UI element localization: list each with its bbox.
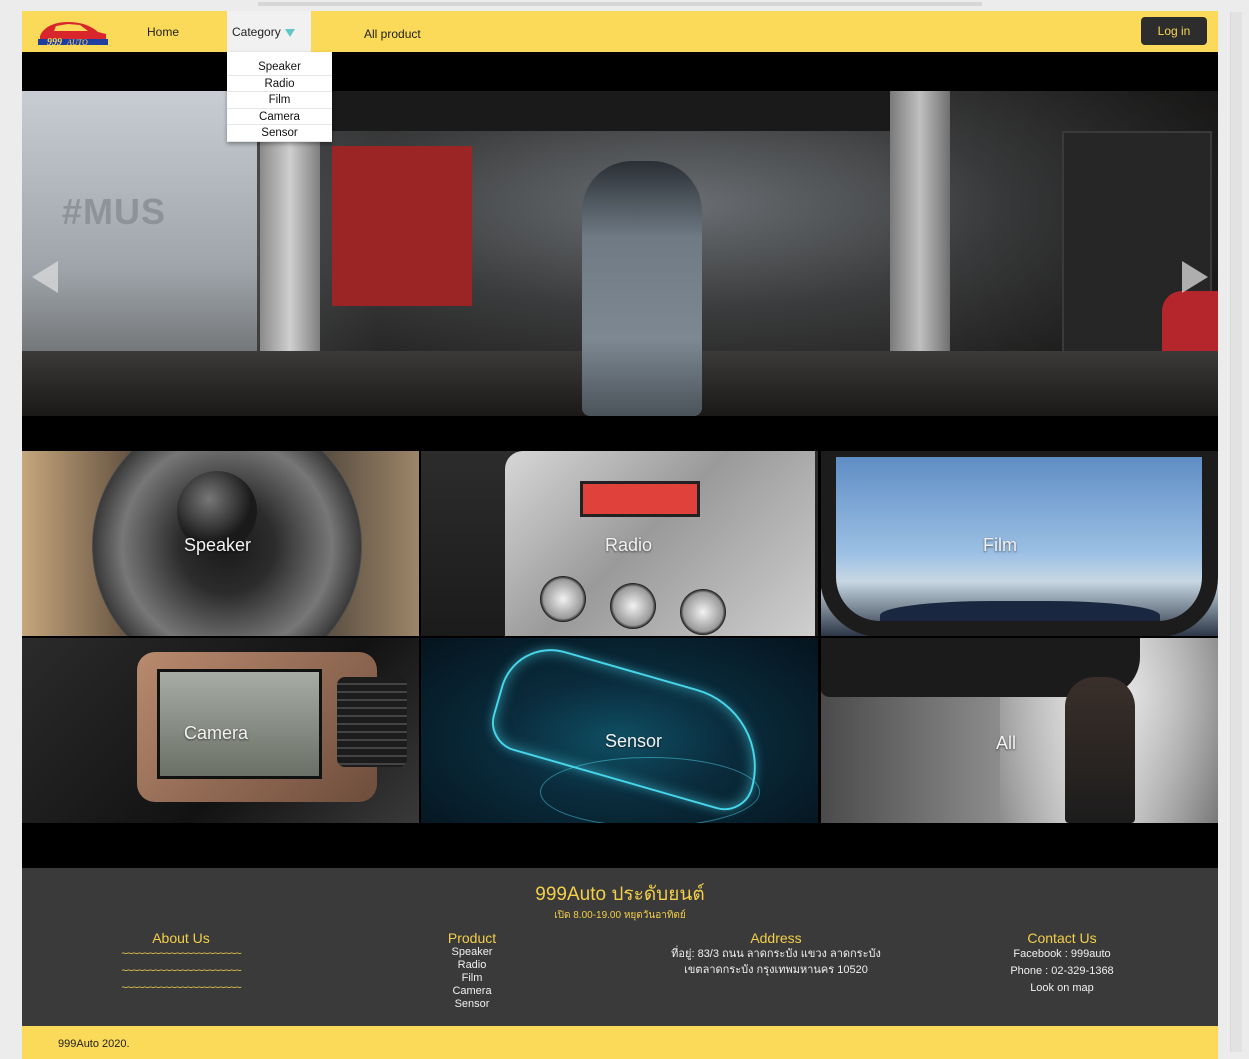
page-scrollbar[interactable]: [1230, 12, 1242, 1052]
tile-label: Speaker: [184, 535, 252, 555]
footer-address: Address ที่อยู่: 83/3 ถนน ลาดกระบัง แขวง…: [642, 930, 910, 978]
radio-knob-image: [680, 589, 726, 635]
tile-label: Radio: [605, 535, 653, 555]
copyright-text: 999Auto 2020.: [58, 1038, 130, 1050]
nav-home-link[interactable]: Home: [147, 25, 179, 39]
hero-ceiling: [322, 91, 922, 131]
caret-down-icon: [284, 28, 295, 37]
dropdown-item-speaker[interactable]: Speaker: [227, 59, 332, 76]
category-tile-film[interactable]: Film: [820, 451, 1218, 637]
all-mechanic-figure: [1065, 677, 1135, 823]
login-button[interactable]: Log in: [1141, 17, 1207, 45]
hero-mechanic-figure: [582, 161, 702, 416]
tile-label: All: [996, 733, 1017, 753]
copyright-bar: 999Auto 2020.: [22, 1026, 1218, 1059]
footer: 999Auto ประดับยนต์ เปิด 8.00-19.00 หยุดว…: [22, 868, 1218, 1026]
category-tile-radio[interactable]: Radio: [420, 451, 818, 637]
footer-product-link-radio[interactable]: Radio: [422, 959, 522, 972]
radio-screen-image: [580, 481, 700, 517]
nav-category-label: Category: [232, 25, 295, 39]
category-dropdown: Speaker Radio Film Camera Sensor: [227, 52, 332, 142]
dropdown-item-camera[interactable]: Camera: [227, 109, 332, 125]
footer-product-link-speaker[interactable]: Speaker: [422, 946, 522, 959]
navbar: 999 AUTO Home Category All product Log i…: [22, 11, 1218, 52]
radio-knob-image: [540, 576, 586, 622]
footer-address-line: ที่อยู่: 83/3 ถนน ลาดกระบัง แขวง ลาดกระบ…: [671, 948, 881, 960]
nav-category-text: Category: [232, 25, 281, 39]
footer-address-line: เขตลาดกระบัง กรุงเทพมหานคร 10520: [684, 964, 868, 976]
footer-product: Product Speaker Radio Film Camera Sensor: [422, 930, 522, 1011]
radio-knob-image: [610, 583, 656, 629]
arrow-left-icon[interactable]: [32, 261, 58, 293]
tile-divider: [22, 636, 1218, 638]
svg-text:AUTO: AUTO: [66, 38, 88, 47]
arrow-right-icon[interactable]: [1182, 261, 1208, 293]
category-tile-all[interactable]: All: [820, 637, 1218, 823]
footer-map-link[interactable]: Look on map: [982, 980, 1142, 997]
footer-product-link-sensor[interactable]: Sensor: [422, 998, 522, 1011]
footer-contact-heading: Contact Us: [1027, 930, 1097, 946]
footer-about-line: ~~~~~~~~~~~~~~~~~~~~~~: [121, 982, 241, 994]
footer-contact: Contact Us Facebook : 999auto Phone : 02…: [982, 930, 1142, 997]
tile-label: Sensor: [605, 731, 663, 751]
footer-product-heading: Product: [447, 930, 497, 946]
footer-hours: เปิด 8.00-19.00 หยุดวันอาทิตย์: [554, 910, 686, 921]
footer-product-link-camera[interactable]: Camera: [422, 985, 522, 998]
nav-all-product-link[interactable]: All product: [364, 27, 421, 41]
dropdown-item-sensor[interactable]: Sensor: [227, 125, 332, 142]
footer-phone: Phone : 02-329-1368: [1010, 965, 1114, 977]
nav-category-toggle[interactable]: Category: [227, 11, 311, 52]
footer-brand: 999Auto ประดับยนต์: [535, 884, 705, 905]
category-tile-camera[interactable]: Camera: [22, 637, 420, 823]
dropdown-item-film[interactable]: Film: [227, 92, 332, 109]
tile-label: Camera: [184, 723, 249, 743]
category-tile-speaker[interactable]: Speaker: [22, 451, 420, 637]
tile-divider: [419, 451, 421, 823]
footer-address-heading: Address: [750, 930, 802, 946]
hero-carousel: #MUS: [22, 91, 1218, 416]
hero-tool-board: [332, 146, 472, 306]
footer-about-heading: About Us: [152, 930, 210, 946]
footer-about-line: ~~~~~~~~~~~~~~~~~~~~~~: [121, 965, 241, 977]
dropdown-item-radio[interactable]: Radio: [227, 76, 332, 92]
tile-label: Film: [983, 535, 1017, 555]
tile-divider: [819, 451, 821, 823]
footer-about: About Us ~~~~~~~~~~~~~~~~~~~~~~ ~~~~~~~~…: [77, 930, 285, 997]
hero-wall-text: #MUS: [62, 191, 167, 232]
footer-about-line: ~~~~~~~~~~~~~~~~~~~~~~: [121, 948, 241, 960]
camera-vent-image: [337, 677, 407, 767]
page: 999 AUTO Home Category All product Log i…: [22, 11, 1218, 1059]
svg-text:999: 999: [47, 37, 62, 47]
logo-icon[interactable]: 999 AUTO: [34, 16, 112, 47]
footer-product-link-film[interactable]: Film: [422, 972, 522, 985]
category-tile-sensor[interactable]: Sensor: [420, 637, 818, 823]
browser-top-edge: [258, 2, 982, 6]
film-windshield-frame: [820, 451, 1218, 637]
footer-facebook-link[interactable]: Facebook : 999auto: [982, 946, 1142, 963]
